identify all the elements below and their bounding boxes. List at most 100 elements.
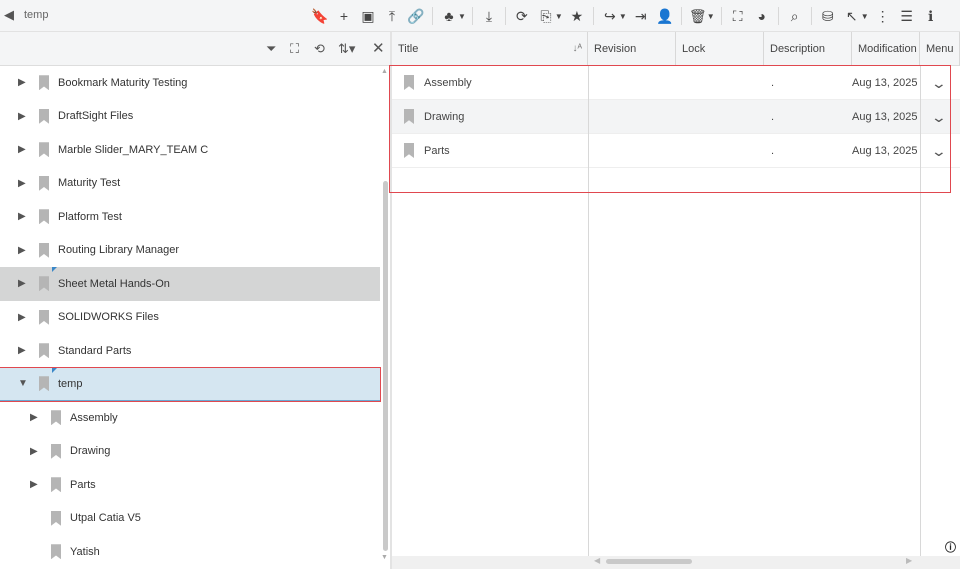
database-icon[interactable]: ⛁ bbox=[818, 8, 838, 25]
tree-item[interactable]: ▶ Platform Test bbox=[0, 200, 380, 234]
bookmark-icon bbox=[51, 410, 61, 426]
scroll-left-icon[interactable]: ◀ bbox=[594, 556, 600, 565]
bookmark-icon bbox=[51, 544, 61, 560]
toolbar-separator bbox=[504, 7, 506, 25]
caret-right-icon[interactable]: ▶ bbox=[18, 111, 26, 122]
download-icon[interactable]: ⤓ bbox=[479, 8, 499, 25]
table-row[interactable]: Parts . Aug 13, 2025, ... ⌄ bbox=[392, 134, 960, 168]
caret-right-icon[interactable]: ▶ bbox=[30, 412, 38, 423]
breadcrumb[interactable]: temp bbox=[24, 9, 48, 21]
tree-item[interactable]: ▶ Routing Library Manager bbox=[0, 234, 380, 268]
link-icon[interactable]: 🔗 bbox=[406, 8, 426, 25]
sync-icon[interactable]: ⟳ bbox=[512, 8, 532, 25]
chevron-down-icon[interactable]: ⌄ bbox=[931, 134, 947, 168]
new-flag-icon bbox=[52, 367, 57, 373]
list-view-icon[interactable]: ☰ bbox=[897, 8, 917, 25]
share-icon[interactable]: ↪ bbox=[600, 8, 620, 25]
new-folder-icon[interactable]: ▣ bbox=[358, 8, 378, 25]
info-icon[interactable]: ℹ bbox=[921, 8, 941, 25]
tree-item[interactable]: ▶ Drawing bbox=[0, 435, 380, 469]
copy-icon[interactable]: ⎘ bbox=[536, 8, 556, 25]
bookmark-icon bbox=[39, 242, 49, 258]
dropdown-caret-icon[interactable]: ▼ bbox=[555, 12, 563, 21]
move-in-icon[interactable]: ⇥ bbox=[631, 8, 651, 25]
caret-right-icon[interactable]: ▶ bbox=[30, 446, 38, 457]
caret-right-icon[interactable]: ▶ bbox=[18, 345, 26, 356]
upload-icon[interactable]: ⤒ bbox=[382, 8, 402, 25]
refresh-tree-icon[interactable]: ⟲ bbox=[314, 41, 325, 57]
caret-right-icon[interactable]: ▶ bbox=[18, 178, 26, 189]
search-icon[interactable]: ⌕ bbox=[785, 8, 805, 25]
modification-date-cell: Aug 13, 2025, ... bbox=[852, 145, 918, 157]
add-bookmark-icon[interactable]: 🔖 bbox=[310, 8, 330, 25]
title-cell[interactable]: Assembly bbox=[424, 66, 472, 100]
back-icon[interactable]: ◀ bbox=[4, 7, 14, 23]
scroll-thumb[interactable] bbox=[383, 181, 388, 551]
table-row[interactable]: Drawing . Aug 13, 2025, ... ⌄ bbox=[392, 100, 960, 134]
star-icon[interactable]: ★ bbox=[567, 8, 587, 25]
column-header[interactable]: Modification D bbox=[852, 32, 920, 66]
filter-icon[interactable]: ⏷ bbox=[266, 41, 276, 57]
column-header[interactable]: Lock bbox=[676, 32, 764, 66]
tree-item[interactable]: ▶ SOLIDWORKS Files bbox=[0, 301, 380, 335]
toolbar-separator bbox=[810, 7, 812, 25]
column-header[interactable]: Menu bbox=[920, 32, 960, 66]
column-header[interactable]: Revision bbox=[588, 32, 676, 66]
sort-az-icon[interactable]: ↓ᴬ bbox=[572, 32, 582, 66]
delete-icon[interactable]: 🗑 bbox=[688, 8, 708, 25]
dropdown-caret-icon[interactable]: ▼ bbox=[707, 12, 715, 21]
dropdown-caret-icon[interactable]: ▼ bbox=[458, 12, 466, 21]
toolbar-separator bbox=[592, 7, 594, 25]
tree-item[interactable]: ▼ temp bbox=[0, 366, 381, 402]
dropdown-caret-icon[interactable]: ▼ bbox=[861, 12, 869, 21]
tree-item[interactable]: ▶ Maturity Test bbox=[0, 167, 380, 201]
binoculars-icon[interactable]: ⛶ bbox=[728, 8, 748, 25]
info-icon[interactable]: ⓘ bbox=[945, 539, 956, 555]
caret-right-icon[interactable]: ▶ bbox=[30, 479, 38, 490]
caret-right-icon[interactable]: ▶ bbox=[18, 144, 26, 155]
tree-item-label: Marble Slider_MARY_TEAM C bbox=[58, 143, 209, 156]
title-cell[interactable]: Drawing bbox=[424, 100, 464, 134]
caret-right-icon[interactable]: ▶ bbox=[18, 77, 26, 88]
grid-header: Title ↓ᴬ Revision Lock Description Modificati… bbox=[392, 32, 960, 66]
toolbar-separator bbox=[432, 7, 433, 25]
scroll-down-icon[interactable]: ▼ bbox=[381, 554, 388, 561]
tree-scrollbar[interactable]: ▲ ▼ bbox=[381, 66, 390, 566]
caret-right-icon[interactable]: ▶ bbox=[18, 245, 26, 256]
table-row[interactable]: Assembly . Aug 13, 2025, ... ⌄ bbox=[392, 66, 960, 100]
dropdown-caret-icon[interactable]: ▼ bbox=[619, 12, 627, 21]
bookmark-icon bbox=[404, 109, 414, 124]
caret-down-icon[interactable]: ▼ bbox=[18, 378, 28, 389]
close-icon[interactable]: ✕ bbox=[372, 39, 385, 57]
more-icon[interactable]: ⋮ bbox=[873, 8, 893, 25]
sort-icon[interactable]: ⇅▾ bbox=[338, 41, 355, 57]
tree-item-label: Standard Parts bbox=[58, 344, 132, 357]
tree-item[interactable]: ▶ Standard Parts bbox=[0, 334, 380, 368]
transfer-owner-icon[interactable]: 👤 bbox=[655, 8, 675, 25]
tree-item[interactable]: Utpal Catia V5 bbox=[0, 502, 380, 536]
chevron-down-icon[interactable]: ⌄ bbox=[931, 66, 947, 100]
tree-item[interactable]: ▶ Assembly bbox=[0, 401, 380, 435]
plus-icon[interactable]: + bbox=[334, 8, 354, 24]
column-header[interactable]: Title ↓ᴬ bbox=[392, 32, 588, 66]
structure-icon[interactable]: ♣ bbox=[439, 8, 459, 24]
tree-item[interactable]: ▶ Sheet Metal Hands-On bbox=[0, 267, 380, 301]
caret-right-icon[interactable]: ▶ bbox=[18, 211, 26, 222]
caret-right-icon[interactable]: ▶ bbox=[18, 278, 26, 289]
scroll-up-icon[interactable]: ▲ bbox=[381, 68, 388, 75]
tree-item[interactable]: ▶ DraftSight Files bbox=[0, 100, 380, 134]
column-header[interactable]: Description bbox=[764, 32, 852, 66]
select-icon[interactable]: ↖ bbox=[842, 8, 862, 25]
caret-right-icon[interactable]: ▶ bbox=[18, 312, 26, 323]
chart-icon[interactable]: ◕ bbox=[752, 8, 772, 24]
horizontal-scroll-thumb[interactable] bbox=[606, 559, 692, 564]
bookmark-icon bbox=[39, 142, 49, 158]
scroll-right-icon[interactable]: ▶ bbox=[906, 556, 912, 565]
tree-item[interactable]: Yatish bbox=[0, 535, 380, 569]
title-cell[interactable]: Parts bbox=[424, 134, 450, 168]
tree-item[interactable]: ▶ Bookmark Maturity Testing bbox=[0, 66, 380, 100]
tree-item[interactable]: ▶ Parts bbox=[0, 468, 380, 502]
binoculars-icon[interactable]: ⛶ bbox=[290, 41, 299, 57]
chevron-down-icon[interactable]: ⌄ bbox=[931, 100, 947, 134]
tree-item[interactable]: ▶ Marble Slider_MARY_TEAM C bbox=[0, 133, 380, 167]
